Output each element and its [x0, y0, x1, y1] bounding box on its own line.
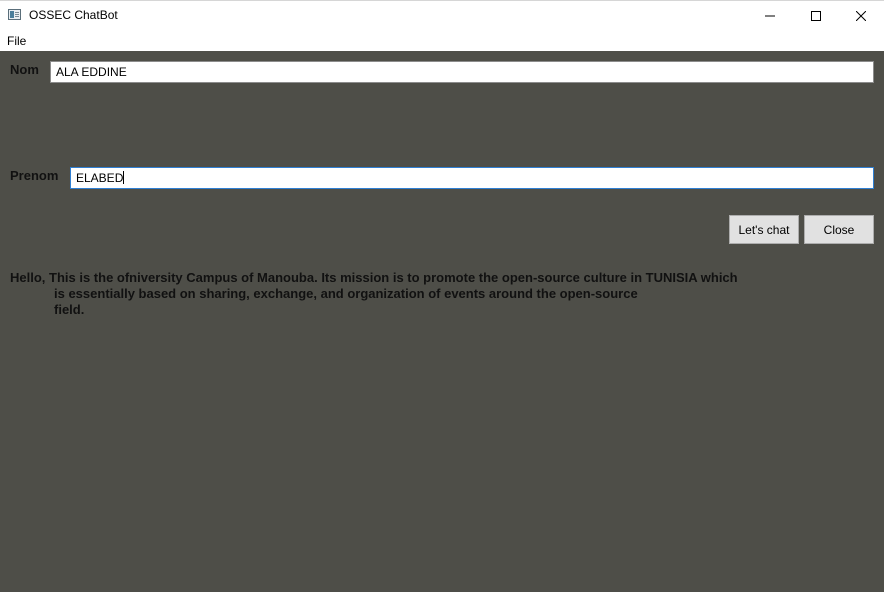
menu-file[interactable]: File — [7, 34, 26, 48]
maximize-icon — [811, 11, 821, 21]
message-line: is essentially based on sharing, exchang… — [54, 286, 638, 301]
menu-bar: File — [0, 31, 884, 51]
prenom-label: Prenom — [10, 168, 59, 183]
nom-input-value: ALA EDDINE — [56, 65, 127, 79]
maximize-button[interactable] — [793, 1, 839, 31]
close-button[interactable]: Close — [804, 215, 874, 244]
title-bar: OSSEC ChatBot — [0, 0, 884, 31]
lets-chat-button[interactable]: Let's chat — [729, 215, 799, 244]
minimize-button[interactable] — [747, 1, 793, 31]
nom-label: Nom — [10, 62, 39, 77]
minimize-icon — [765, 15, 775, 17]
text-caret — [123, 171, 125, 184]
welcome-message: Hello, This is the ofniversity Campus of… — [10, 270, 800, 318]
close-window-button[interactable] — [838, 1, 884, 31]
app-window-icon — [8, 9, 21, 20]
message-line: Hello, This is the ofniversity Campus of… — [10, 270, 738, 285]
prenom-input-value: ELABED — [76, 171, 124, 185]
main-panel: Nom ALA EDDINE Prenom ELABED Let's chat … — [0, 51, 884, 592]
prenom-input[interactable]: ELABED — [70, 167, 874, 189]
message-line: field. — [54, 302, 85, 317]
close-icon — [856, 11, 866, 21]
window-title: OSSEC ChatBot — [29, 8, 118, 22]
nom-input[interactable]: ALA EDDINE — [50, 61, 874, 83]
